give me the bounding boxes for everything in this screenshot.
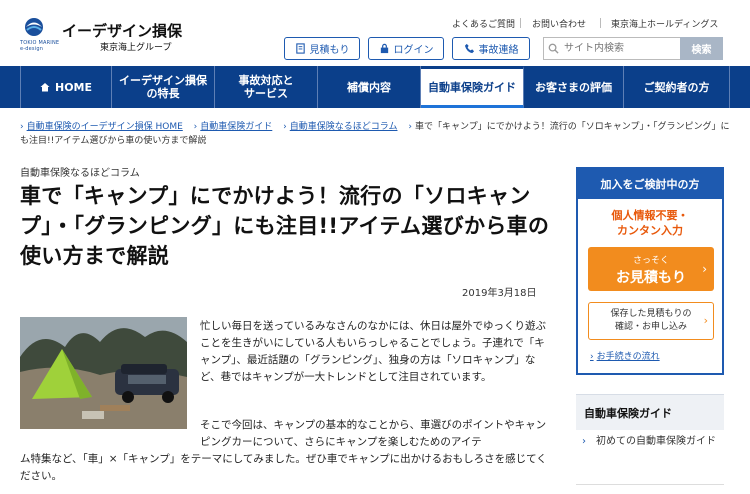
- nav-home-label: HOME: [54, 80, 93, 94]
- faq-link[interactable]: よくあるご質問: [452, 17, 515, 30]
- contact-link[interactable]: お問い合わせ: [532, 17, 586, 30]
- nav-customer-reviews[interactable]: お客さまの評価: [524, 66, 624, 108]
- article-paragraph-1: 忙しい毎日を送っているみなさんのなかには、休日は屋外でゆっくり遊ぶことを生きがい…: [200, 320, 546, 383]
- camping-photo: [20, 317, 187, 429]
- breadcrumb-arrow-icon: ›: [193, 122, 198, 132]
- home-icon: [40, 83, 50, 92]
- phone-icon: [464, 43, 474, 54]
- breadcrumb: › 自動車保険のイーデザイン損保 HOME › 自動車保険ガイド › 自動車保険なるほ…: [20, 120, 735, 148]
- signup-panel-title: 加入をご検討中の方: [578, 169, 722, 199]
- nav-coverage[interactable]: 補償内容: [318, 66, 421, 108]
- article-paragraph-2-start: そこで今回は、キャンプの基本的なことから、車選びのポイントやキャンピングカーにつ…: [200, 417, 550, 451]
- article-title: 車で「キャンプ」にでかけよう！流行の「ソロキャンプ」・「グランピング」にも注目!…: [20, 184, 550, 268]
- quote-button[interactable]: 見積もり: [284, 37, 360, 60]
- holdings-link[interactable]: 東京海上ホールディングス: [611, 17, 718, 30]
- util-divider: [520, 18, 521, 28]
- logo-subtext: TOKIO MARINE e-design: [20, 40, 60, 52]
- breadcrumb-column[interactable]: 自動車保険なるほどコラム: [290, 122, 398, 132]
- search-icon: [548, 43, 559, 54]
- breadcrumb-arrow-icon: ›: [20, 122, 24, 132]
- site-header: TOKIO MARINE e-design イーデザイン損保 東京海上グループ …: [0, 0, 750, 66]
- global-nav: HOME イーデザイン損保 の特長 事故対応と サービス 補償内容 自動車保険ガ…: [0, 66, 750, 108]
- accident-report-button[interactable]: 事故連絡: [452, 37, 530, 60]
- saved-quote-label: 保存した見積もりの 確認・お申し込み: [610, 309, 692, 332]
- login-button-label: ログイン: [393, 45, 434, 56]
- article-category: 自動車保険なるほどコラム: [20, 168, 140, 179]
- site-search: 検索: [543, 37, 723, 60]
- brand-name[interactable]: イーデザイン損保: [62, 20, 182, 41]
- tokio-marine-logo-icon[interactable]: [18, 16, 50, 40]
- quote-button-main-text: お見積もり: [616, 270, 686, 286]
- brand-subtitle: 東京海上グループ: [100, 43, 172, 53]
- procedure-flow-link[interactable]: › お手続きの流れ: [590, 349, 660, 362]
- saved-quote-button[interactable]: 保存した見積もりの 確認・お申し込み ›: [588, 302, 714, 340]
- article-date: 2019年3月18日: [462, 288, 537, 299]
- util-divider: [600, 18, 601, 28]
- article-paragraph-2-start-text: そこで今回は、キャンプの基本的なことから、車選びのポイントやキャンピングカーにつ…: [200, 419, 547, 448]
- get-quote-button[interactable]: さっそく お見積もり ›: [588, 247, 714, 291]
- breadcrumb-arrow-icon: ›: [408, 122, 412, 132]
- breadcrumb-home[interactable]: 自動車保険のイーデザイン損保 HOME: [27, 122, 183, 132]
- nav-features[interactable]: イーデザイン損保 の特長: [112, 66, 215, 108]
- document-icon: [295, 43, 305, 54]
- chevron-right-icon: ›: [703, 314, 708, 327]
- no-personal-info-note: 個人情報不要・ カンタン入力: [611, 209, 689, 237]
- lock-icon: [380, 43, 388, 54]
- article-paragraph-2-start-tail: アイテ: [450, 436, 482, 448]
- nav-home[interactable]: HOME: [20, 66, 112, 108]
- arrow-right-icon: ›: [590, 352, 594, 362]
- quote-button-label: 見積もり: [309, 45, 350, 56]
- procedure-flow-label: お手続きの流れ: [596, 352, 660, 362]
- nav-accident-service[interactable]: 事故対応と サービス: [215, 66, 318, 108]
- breadcrumb-guide[interactable]: 自動車保険ガイド: [200, 122, 272, 132]
- guide-item-divider: [576, 484, 724, 494]
- accident-button-label: 事故連絡: [478, 45, 519, 56]
- search-button[interactable]: 検索: [680, 37, 723, 60]
- nav-insurance-guide[interactable]: 自動車保険ガイド: [421, 66, 524, 108]
- signup-panel: 加入をご検討中の方 個人情報不要・ カンタン入力 さっそく お見積もり › 保存…: [576, 167, 724, 375]
- arrow-right-icon: ›: [582, 436, 586, 447]
- chevron-right-icon: ›: [702, 262, 707, 276]
- search-input[interactable]: [543, 37, 680, 60]
- article-paragraph-2-rest: ム特集など、「車」×「キャンプ」をテーマにしてみました。ぜひ車でキャンプに出かけ…: [20, 453, 547, 482]
- guide-item-first-time[interactable]: › 初めての自動車保険ガイド: [576, 435, 724, 449]
- quote-button-small-text: さっそく: [632, 256, 669, 266]
- login-button[interactable]: ログイン: [368, 37, 444, 60]
- guide-section-title: 自動車保険ガイド: [576, 394, 724, 430]
- breadcrumb-arrow-icon: ›: [283, 122, 287, 132]
- nav-policyholders[interactable]: ご契約者の方: [624, 66, 730, 108]
- guide-item-label: 初めての自動車保険ガイド: [596, 436, 716, 447]
